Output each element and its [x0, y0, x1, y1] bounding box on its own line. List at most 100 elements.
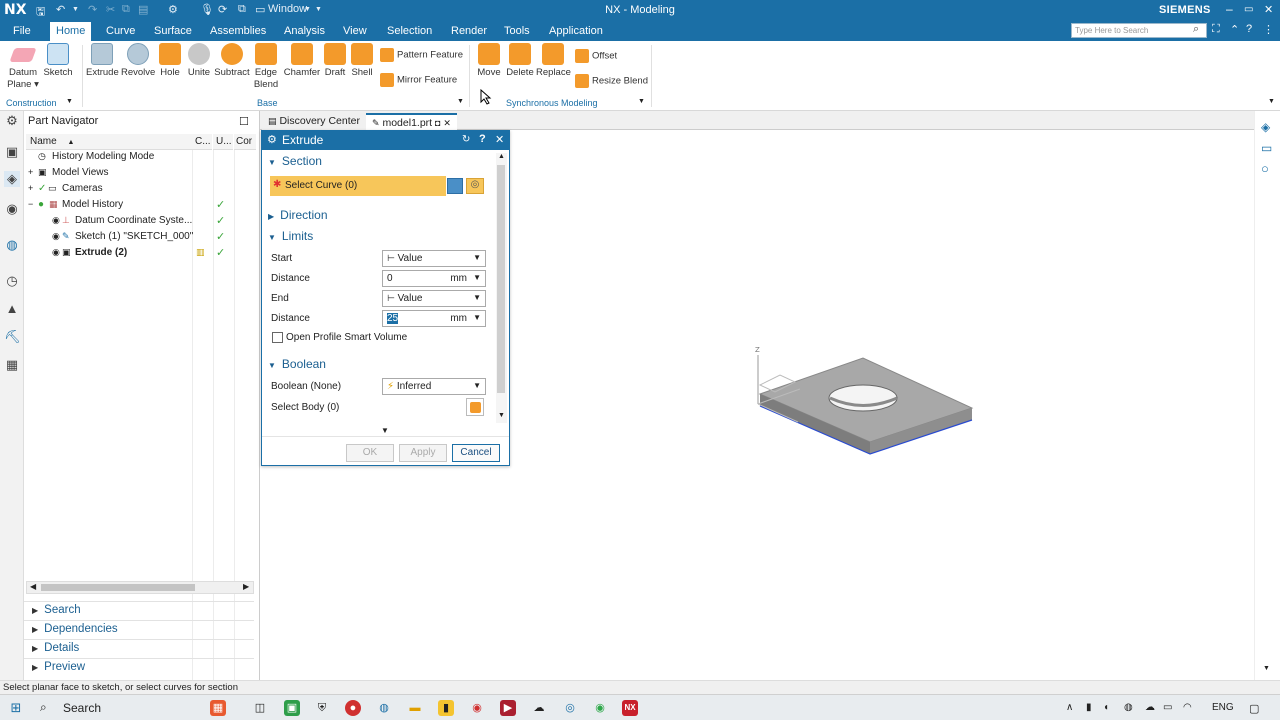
tree-row-model-history[interactable]: − ● ▦ Model History ✓ [24, 197, 254, 213]
end-limit-select[interactable]: ⊢ Value ▼ [382, 290, 486, 307]
scrollbar-thumb[interactable] [41, 584, 195, 591]
column-c[interactable]: C... [192, 134, 212, 150]
delete-face-button[interactable]: Delete [505, 43, 535, 79]
notifications-icon[interactable]: ▢ [1249, 702, 1259, 715]
panel-details[interactable]: ▶ Details [24, 639, 254, 657]
boolean-select[interactable]: ⚡ Inferred ▼ [382, 378, 486, 395]
people-app-icon[interactable]: ◎ [562, 700, 578, 716]
panel-dependencies[interactable]: ▶ Dependencies [24, 620, 254, 638]
start-limit-select[interactable]: ⊢ Value ▼ [382, 250, 486, 267]
menu-render[interactable]: Render [445, 24, 493, 38]
ribbon-overflow-icon[interactable]: ▼ [1268, 98, 1275, 105]
assembly-navigator-icon[interactable]: ▣ [4, 144, 20, 160]
scroll-right-icon[interactable]: ▶ [243, 582, 249, 591]
sticky-notes-icon[interactable]: ▮ [438, 700, 454, 716]
onedrive-tray-icon[interactable]: ☁ [1145, 702, 1155, 713]
visibility-eye-icon[interactable]: ◉ [52, 231, 60, 242]
plate-hole[interactable] [828, 384, 898, 412]
replace-face-button[interactable]: Replace [536, 43, 571, 79]
panel-preview[interactable]: ▶ Preview [24, 658, 254, 676]
chrome-browser-icon[interactable]: ◉ [469, 700, 485, 716]
wifi-tray-icon[interactable]: ◠ [1183, 702, 1192, 713]
revolve-button[interactable]: Revolve [121, 43, 155, 79]
edge-blend-button[interactable]: Edge Blend [252, 43, 280, 91]
tree-row-history-mode[interactable]: ◷ History Modeling Mode [24, 149, 254, 165]
model-view[interactable]: Z Z Y X [310, 130, 1254, 680]
view-orientation-icon[interactable]: ◈ [1261, 120, 1270, 134]
limits-header[interactable]: ▼ Limits [268, 229, 313, 243]
search-icon[interactable]: ⌕ [1193, 23, 1199, 36]
scroll-down-icon[interactable]: ▼ [498, 412, 505, 419]
start-distance-input[interactable]: 0 mm ▼ [382, 270, 486, 287]
restore-button[interactable]: ▭ [1244, 4, 1253, 15]
menu-assemblies[interactable]: Assemblies [204, 24, 272, 38]
tab-discovery-center[interactable]: ▤ Discovery Center [262, 113, 366, 130]
menu-tools[interactable]: Tools [498, 24, 536, 38]
fullscreen-icon[interactable]: ⛶ [1212, 23, 1220, 36]
extrude-button[interactable]: Extrude [86, 43, 119, 79]
column-u[interactable]: U... [213, 134, 233, 150]
part-navigator-icon[interactable]: ◈ [4, 171, 20, 187]
tray-expand-icon[interactable]: ∧ [1066, 702, 1073, 713]
offset-region-button[interactable]: Offset [575, 49, 617, 63]
menu-home[interactable]: Home [50, 22, 92, 41]
render-style-icon[interactable]: ○ [1261, 161, 1269, 176]
end-distance-input[interactable]: 25 mm ▼ [382, 310, 486, 327]
news-widget-icon[interactable]: ▦ [210, 700, 226, 716]
more-options-icon[interactable]: ▼ [381, 426, 389, 435]
cancel-button[interactable]: Cancel [452, 444, 500, 462]
process-studio-icon[interactable]: ▲ [4, 301, 20, 317]
menu-application[interactable]: Application [543, 24, 609, 38]
menu-selection[interactable]: Selection [381, 24, 438, 38]
dialog-help-icon[interactable]: ? [479, 133, 486, 145]
subtract-button[interactable]: Subtract [214, 43, 250, 79]
expand-toolbar-icon[interactable]: ▼ [1263, 665, 1270, 672]
move-button[interactable]: Move [475, 43, 503, 79]
tree-row-model-views[interactable]: + ▣ Model Views [24, 165, 254, 181]
globe-tray-icon[interactable]: ◍ [1124, 702, 1133, 713]
expand-icon[interactable]: + [28, 167, 33, 177]
tab-model1[interactable]: ✎ model1.prt ◘ ✕ [366, 113, 457, 130]
language-indicator[interactable]: ENG [1212, 702, 1234, 713]
maximize-panel-icon[interactable]: ☐ [239, 115, 249, 128]
microphone-tray-icon[interactable]: ▮ [1086, 702, 1092, 713]
sync-dropdown-icon[interactable]: ▼ [638, 98, 645, 105]
column-name[interactable]: Name ▲ [26, 134, 192, 150]
ok-button[interactable]: OK [346, 444, 394, 462]
search-icon[interactable]: ⌕ [40, 700, 47, 715]
unite-button[interactable]: Unite [186, 43, 212, 79]
reuse-library-icon[interactable]: ⛏ [4, 329, 21, 345]
open-profile-checkbox[interactable] [272, 332, 283, 343]
construction-dropdown-icon[interactable]: ▼ [66, 98, 73, 105]
base-dropdown-icon[interactable]: ▼ [457, 98, 464, 105]
reset-icon[interactable]: ↻ [462, 134, 470, 145]
pin-icon[interactable]: ◘ [435, 118, 440, 128]
visibility-eye-icon[interactable]: ◉ [52, 215, 60, 226]
menu-curve[interactable]: Curve [100, 24, 141, 38]
taskbar-search[interactable]: Search [63, 701, 101, 715]
recorder-app-icon[interactable]: ● [345, 700, 361, 716]
web-browser-icon[interactable]: ◍ [4, 237, 20, 253]
column-cor[interactable]: Cor [234, 134, 256, 150]
roles-icon[interactable]: ▦ [4, 357, 20, 373]
section-header[interactable]: ▼ Section [268, 154, 322, 168]
section-sketch-icon[interactable] [447, 178, 463, 194]
scroll-up-icon[interactable]: ▲ [498, 153, 505, 160]
edge-browser-icon[interactable]: ◍ [376, 700, 392, 716]
minimize-button[interactable]: – [1226, 2, 1233, 16]
tree-row-extrude[interactable]: ◉ ▣ Extrude (2) ▥ ✓ [24, 245, 254, 261]
select-curve-field[interactable]: ✱ Select Curve (0) [270, 176, 446, 196]
menu-view[interactable]: View [337, 24, 373, 38]
store-app-icon[interactable]: ▣ [284, 700, 300, 716]
close-tab-icon[interactable]: ✕ [443, 118, 451, 128]
dialog-gear-icon[interactable]: ⚙ [267, 133, 277, 146]
visibility-eye-icon[interactable]: ◉ [52, 247, 60, 258]
task-view-icon[interactable]: ◫ [252, 700, 268, 716]
dialog-scrollbar-thumb[interactable] [497, 165, 505, 393]
history-icon[interactable]: ◷ [4, 273, 20, 289]
dialog-close-icon[interactable]: ✕ [495, 133, 504, 146]
panel-search[interactable]: ▶ Search [24, 601, 254, 619]
tree-row-datum-csys[interactable]: ◉ ⊥ Datum Coordinate Syste... ✓ [24, 213, 254, 229]
datum-plane-button[interactable]: Datum Plane ▾ [6, 43, 40, 91]
battery-tray-icon[interactable]: ▭ [1163, 702, 1172, 713]
